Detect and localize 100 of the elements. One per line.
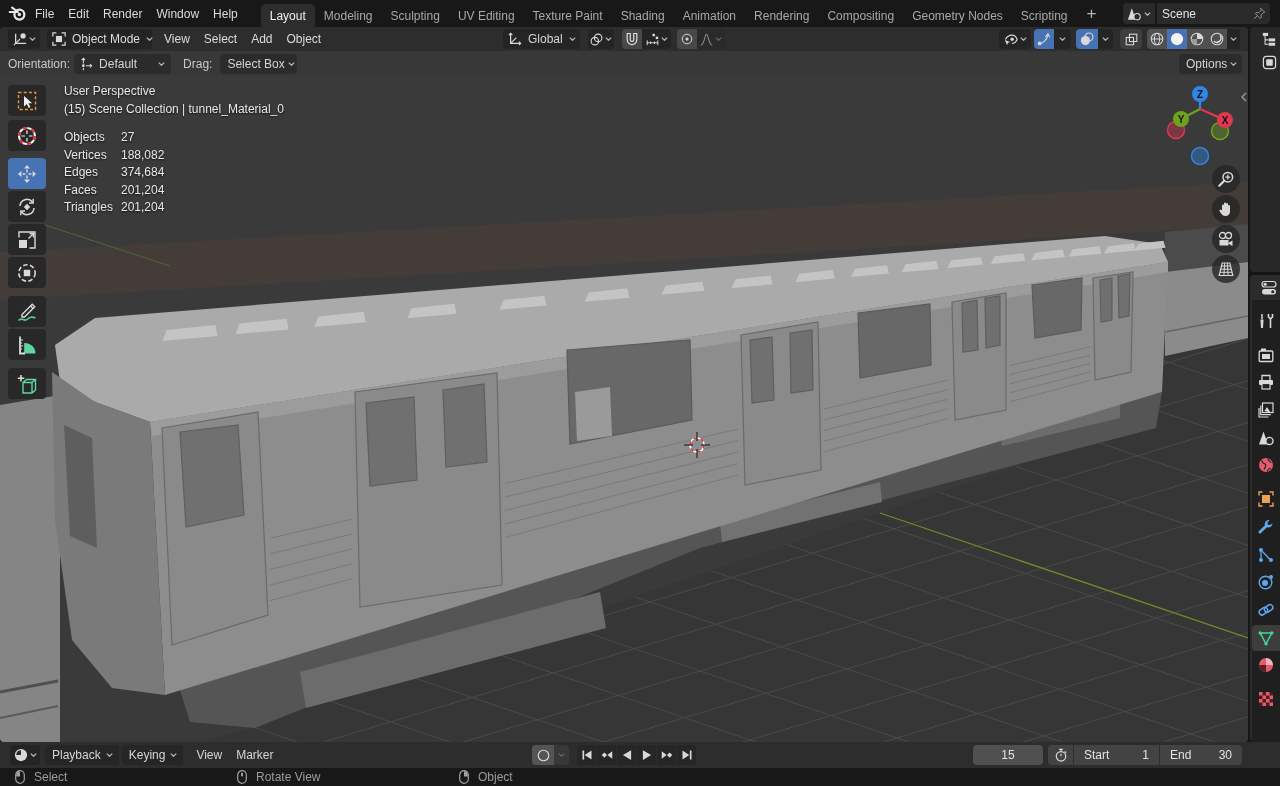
end-frame-field[interactable]: End 30 [1160, 745, 1242, 765]
tool-button[interactable] [8, 329, 46, 360]
outliner-icon[interactable] [1262, 32, 1276, 46]
workspace-tab[interactable]: Modeling [314, 4, 382, 27]
stat-value: 27 [121, 129, 135, 146]
negative-axis-handle[interactable] [1190, 146, 1210, 165]
workspace-tab[interactable]: Rendering [745, 4, 819, 27]
shading-menu-button[interactable] [1227, 29, 1240, 49]
playback-button[interactable] [617, 745, 636, 765]
workspace-tab[interactable]: Animation [673, 4, 746, 27]
overlay-menu-button[interactable] [1098, 29, 1113, 49]
diamond-forward-icon [660, 749, 673, 761]
magnifier-plus-icon [1218, 171, 1234, 187]
playback-button[interactable] [637, 745, 656, 765]
scene-name-field[interactable]: Scene [1157, 3, 1270, 24]
image-stack-icon [1258, 402, 1274, 419]
curved-arrow-icon [1037, 32, 1051, 46]
snap-target-dropdown[interactable] [642, 29, 671, 49]
menu-item[interactable]: Edit [61, 3, 97, 24]
cone-sphere-icon [1258, 429, 1274, 446]
four-arrows-icon [17, 163, 37, 184]
menu-item[interactable]: Object [279, 29, 329, 49]
roof-vent [1134, 240, 1166, 251]
menu-item[interactable]: File [28, 3, 62, 24]
menu-item[interactable]: Select [196, 29, 245, 49]
preview-range-toggle[interactable] [1048, 745, 1073, 765]
drag-dropdown[interactable]: Select Box [220, 53, 298, 74]
start-frame-field[interactable]: Start 1 [1074, 745, 1159, 765]
logo-icon[interactable] [8, 6, 26, 21]
roof-vent [851, 265, 889, 277]
menu-item[interactable]: Help [206, 3, 245, 24]
editor-type-button[interactable] [8, 29, 40, 49]
tool-button[interactable] [8, 85, 46, 116]
chain-link-icon [1258, 601, 1274, 618]
editor-type-button[interactable] [1260, 279, 1277, 296]
orientation-dropdown[interactable]: Default [74, 53, 172, 74]
menu-dropdown[interactable]: Playback [45, 745, 119, 765]
menu-item[interactable]: View [157, 29, 197, 49]
linked-rings-icon [590, 32, 603, 46]
tool-button[interactable] [8, 224, 46, 255]
menu-item[interactable]: View [189, 745, 230, 765]
square-icon[interactable] [1262, 55, 1277, 70]
overlay-toggle[interactable] [1076, 29, 1098, 49]
workspace-tab[interactable]: Scripting [1011, 4, 1077, 27]
mode-dropdown[interactable]: Object Mode [47, 29, 152, 49]
material-sphere-icon [1190, 32, 1204, 46]
xray-toggle[interactable] [1120, 29, 1142, 49]
workspace-tab[interactable]: Compositing [818, 4, 904, 27]
shading-mode-button[interactable] [1167, 29, 1187, 49]
menu-dropdown[interactable]: Keying [121, 745, 184, 765]
gizmo-toggle[interactable] [1034, 29, 1054, 49]
chevron-left-icon[interactable] [1241, 92, 1247, 102]
playback-button[interactable] [577, 745, 596, 765]
playback-button[interactable] [677, 745, 696, 765]
playback-button[interactable] [597, 745, 616, 765]
orientation-dropdown[interactable]: Global [503, 29, 580, 49]
current-frame-field[interactable]: 15 [973, 745, 1043, 765]
tool-button[interactable] [8, 296, 46, 327]
tool-button[interactable] [8, 368, 46, 399]
snap-toggle[interactable] [622, 29, 642, 49]
pivot-dropdown[interactable] [588, 29, 614, 49]
workspace-tab[interactable]: Sculpting [381, 4, 449, 27]
wireframe-sphere-icon [1150, 32, 1164, 46]
tool-button[interactable] [8, 120, 46, 151]
gizmo-menu-button[interactable] [1054, 29, 1071, 49]
menu-item[interactable]: Render [96, 3, 150, 24]
proportional-editing-toggle[interactable] [677, 29, 697, 49]
options-dropdown[interactable]: Options [1179, 53, 1242, 74]
shading-mode-button[interactable] [1187, 29, 1207, 49]
add-workspace-button[interactable]: + [1082, 3, 1101, 24]
ruler-icon [17, 334, 37, 355]
tool-button[interactable] [8, 191, 46, 222]
workspace-tab[interactable]: Layout [260, 4, 315, 27]
axis-handle[interactable]: X [1199, 108, 1233, 128]
workspace-tab[interactable]: UV Editing [448, 4, 524, 27]
caret-icon [1059, 37, 1066, 41]
workspace-tab[interactable]: Geometry Nodes [903, 4, 1012, 27]
editor-type-button[interactable] [10, 745, 40, 765]
menu-item[interactable]: Marker [229, 745, 281, 765]
menu-item[interactable]: Add [244, 29, 280, 49]
roof-vent [731, 275, 773, 289]
falloff-dropdown[interactable] [697, 29, 725, 49]
menu-item[interactable]: Window [149, 3, 207, 24]
shading-mode-button[interactable] [1147, 29, 1167, 49]
properties-tab[interactable] [1252, 624, 1280, 651]
wrench-icon [1258, 518, 1274, 535]
select-box-icon [17, 90, 37, 111]
workspace-tab[interactable]: Shading [611, 4, 674, 27]
pencil-icon [17, 301, 37, 322]
playback-button[interactable] [657, 745, 676, 765]
stat-value: 188,082 [121, 146, 165, 164]
tool-button[interactable] [8, 257, 46, 288]
axis-handle[interactable]: Y [1173, 108, 1201, 127]
auto-keying-toggle[interactable] [532, 745, 554, 765]
mouse-middle-icon [237, 770, 247, 784]
roof-vent [1068, 246, 1102, 257]
shading-mode-button[interactable] [1207, 29, 1227, 49]
visibility-dropdown[interactable] [999, 29, 1031, 49]
scene-browse-button[interactable] [1123, 3, 1155, 24]
workspace-tab[interactable]: Texture Paint [523, 4, 612, 27]
